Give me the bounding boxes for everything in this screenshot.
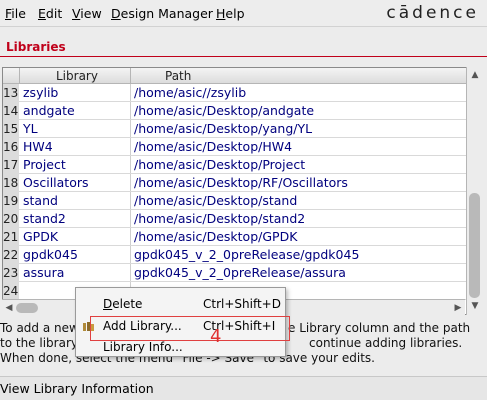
library-path-cell[interactable]: /home/asic//zsylib — [134, 84, 246, 102]
row-number: 13 — [3, 84, 19, 102]
library-name-cell[interactable]: stand — [23, 192, 58, 210]
scroll-left-icon[interactable]: ◀ — [2, 301, 16, 315]
library-path-cell[interactable]: /home/asic/Desktop/stand — [134, 192, 297, 210]
cadence-logo: cādence — [386, 3, 479, 23]
scroll-up-icon[interactable]: ▲ — [468, 68, 482, 82]
menu-bar: File Edit View Design Manager Help cāden… — [0, 0, 487, 27]
table-row[interactable]: 22 gpdk045 gpdk045_v_2_0preRelease/gpdk045 — [3, 246, 466, 264]
table-row[interactable]: 13 zsylib/home/asic//zsylib — [3, 84, 466, 102]
library-name-cell[interactable]: YL — [23, 120, 38, 138]
menu-view[interactable]: View — [72, 6, 102, 21]
row-number: 17 — [3, 156, 19, 174]
header-divider — [19, 68, 20, 84]
status-bar: View Library Information — [0, 376, 487, 400]
table-row[interactable]: 15 YL/home/asic/Desktop/yang/YL — [3, 120, 466, 138]
help-line-2-right: continue adding libraries. — [309, 336, 463, 350]
row-number: 21 — [3, 228, 19, 246]
library-path-cell[interactable]: gpdk045_v_2_0preRelease/gpdk045 — [134, 246, 359, 264]
table-header: Library Path — [3, 68, 466, 84]
ctx-delete[interactable]: Delete Ctrl+Shift+D — [76, 294, 285, 314]
menu-help[interactable]: Help — [216, 6, 245, 21]
library-name-cell[interactable]: zsylib — [23, 84, 58, 102]
row-number: 22 — [3, 246, 19, 264]
library-path-cell[interactable]: /home/asic/Desktop/RF/Oscillators — [134, 174, 348, 192]
status-text: View Library Information — [0, 381, 154, 396]
library-path-cell[interactable]: /home/asic/Desktop/yang/YL — [134, 120, 312, 138]
library-path-cell[interactable]: /home/asic/Desktop/GPDK — [134, 228, 297, 246]
vertical-scroll-thumb[interactable] — [469, 193, 480, 298]
library-path-cell[interactable]: /home/asic/Desktop/HW4 — [134, 138, 292, 156]
row-number: 15 — [3, 120, 19, 138]
table-row[interactable]: 19 stand/home/asic/Desktop/stand — [3, 192, 466, 210]
library-name-cell[interactable]: stand2 — [23, 210, 66, 228]
help-line-2-left: to the library i — [0, 336, 86, 350]
ctx-delete-shortcut: Ctrl+Shift+D — [203, 297, 281, 311]
horizontal-scroll-thumb[interactable] — [16, 303, 38, 313]
highlight-box — [90, 316, 290, 341]
library-name-cell[interactable]: HW4 — [23, 138, 53, 156]
library-path-cell[interactable]: /home/asic/Desktop/stand2 — [134, 210, 305, 228]
library-name-cell[interactable]: gpdk045 — [23, 246, 78, 264]
section-title: Libraries — [6, 40, 66, 54]
row-number: 24 — [3, 282, 19, 300]
header-library[interactable]: Library — [56, 69, 98, 83]
step-number: 4 — [210, 326, 222, 347]
menu-file[interactable]: File — [5, 6, 26, 21]
table-row[interactable]: 20 stand2/home/asic/Desktop/stand2 — [3, 210, 466, 228]
vertical-scrollbar[interactable]: ▲ ▼ — [466, 67, 482, 315]
library-table: Library Path 13 zsylib/home/asic//zsylib 1… — [2, 67, 467, 315]
library-name-cell[interactable]: assura — [23, 264, 64, 282]
scroll-down-icon[interactable]: ▼ — [468, 299, 482, 313]
help-line-1-left: To add a new — [0, 321, 79, 335]
table-row[interactable]: 21 GPDK/home/asic/Desktop/GPDK — [3, 228, 466, 246]
ctx-library-info-label: Library Info... — [103, 340, 183, 354]
library-name-cell[interactable]: andgate — [23, 102, 75, 120]
table-row[interactable]: 18 Oscillators/home/asic/Desktop/RF/Oscil… — [3, 174, 466, 192]
table-row[interactable]: 16 HW4/home/asic/Desktop/HW4 — [3, 138, 466, 156]
table-row[interactable]: 14 andgate/home/asic/Desktop/andgate — [3, 102, 466, 120]
section-divider — [0, 56, 487, 57]
library-path-cell[interactable]: /home/asic/Desktop/andgate — [134, 102, 314, 120]
row-number: 18 — [3, 174, 19, 192]
help-line-1-right: e Library column and the path — [288, 321, 471, 335]
table-row[interactable]: 23 assura gpdk045_v_2_0preRelease/assura — [3, 264, 466, 282]
row-number: 23 — [3, 264, 19, 282]
library-path-cell[interactable]: /home/asic/Desktop/Project — [134, 156, 305, 174]
row-number: 16 — [3, 138, 19, 156]
header-path[interactable]: Path — [165, 69, 191, 83]
row-number: 20 — [3, 210, 19, 228]
menu-edit[interactable]: Edit — [38, 6, 62, 21]
library-path-cell[interactable]: gpdk045_v_2_0preRelease/assura — [134, 264, 346, 282]
library-name-cell[interactable]: Project — [23, 156, 66, 174]
scroll-right-icon[interactable]: ▶ — [451, 301, 465, 315]
row-number: 19 — [3, 192, 19, 210]
header-divider — [130, 68, 131, 84]
library-name-cell[interactable]: Oscillators — [23, 174, 89, 192]
menu-design-manager[interactable]: Design Manager — [111, 6, 213, 21]
row-number: 14 — [3, 102, 19, 120]
library-name-cell[interactable]: GPDK — [23, 228, 58, 246]
ctx-delete-label: Delete — [103, 297, 143, 311]
table-row[interactable]: 17 Project/home/asic/Desktop/Project — [3, 156, 466, 174]
